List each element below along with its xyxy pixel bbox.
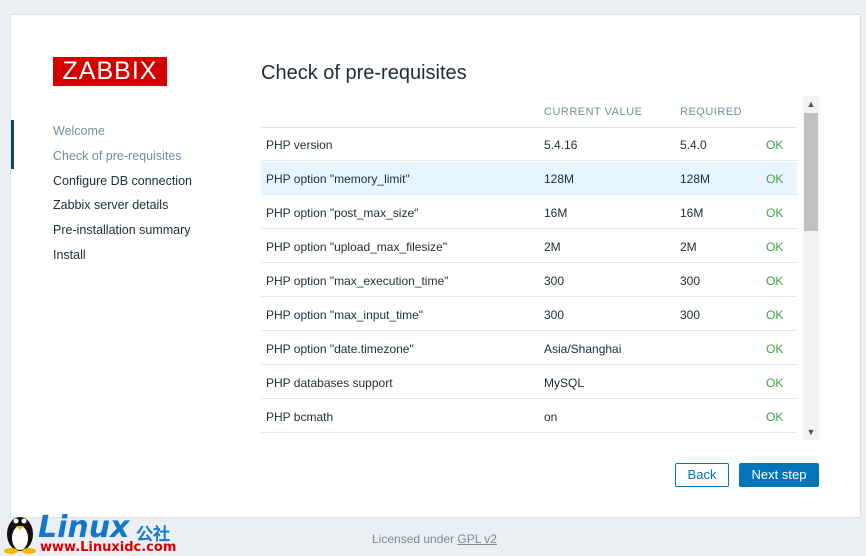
row-required: 128M xyxy=(680,172,711,186)
chevron-up-icon[interactable]: ▲ xyxy=(803,96,819,112)
page-title: Check of pre-requisites xyxy=(261,62,467,84)
row-name: PHP option "max_input_time" xyxy=(266,308,424,322)
row-required: 2M xyxy=(680,240,697,254)
table-row: PHP bcmath on OK xyxy=(261,400,797,433)
step-server-details: Zabbix server details xyxy=(53,198,169,212)
step-pre-install-summary: Pre-installation summary xyxy=(53,223,191,237)
row-current: 300 xyxy=(544,274,565,288)
row-required: 5.4.0 xyxy=(680,138,707,152)
row-current: MySQL xyxy=(544,376,585,390)
row-name: PHP option "upload_max_filesize" xyxy=(266,240,448,254)
step-configure-db: Configure DB connection xyxy=(53,174,192,188)
table-row: PHP version 5.4.16 5.4.0 OK xyxy=(261,128,797,161)
row-status: OK xyxy=(766,342,784,356)
active-step-indicator xyxy=(11,120,14,169)
zabbix-logo: ZABBIX xyxy=(53,57,167,86)
row-name: PHP version xyxy=(266,138,333,152)
step-welcome: Welcome xyxy=(53,124,105,138)
back-button[interactable]: Back xyxy=(675,463,729,487)
table-row: PHP option "date.timezone" Asia/Shanghai… xyxy=(261,332,797,365)
tux-icon xyxy=(4,517,36,554)
row-current: 2M xyxy=(544,240,561,254)
watermark: Linux 公社 www.Linuxidc.com xyxy=(0,508,190,556)
chevron-down-icon[interactable]: ▼ xyxy=(803,424,819,440)
row-name: PHP option "max_execution_time" xyxy=(266,274,449,288)
row-status: OK xyxy=(766,172,784,186)
row-status: OK xyxy=(766,410,784,424)
table-row: PHP option "max_input_time" 300 300 OK xyxy=(261,298,797,331)
row-current: Asia/Shanghai xyxy=(544,342,622,356)
row-current: on xyxy=(544,410,558,424)
prerequisites-table[interactable]: CURRENT VALUE REQUIRED PHP version 5.4.1… xyxy=(261,96,820,440)
license-prefix: Licensed under xyxy=(372,532,455,546)
step-check-prerequisites: Check of pre-requisites xyxy=(53,149,182,163)
table-row: PHP databases support MySQL OK xyxy=(261,366,797,399)
row-required: 300 xyxy=(680,308,701,322)
watermark-url: www.Linuxidc.com xyxy=(40,540,177,555)
table-row: PHP option "upload_max_filesize" 2M 2M O… xyxy=(261,230,797,263)
row-required: 16M xyxy=(680,206,704,220)
table-scrollbar[interactable]: ▲ ▼ xyxy=(803,96,819,440)
row-name: PHP databases support xyxy=(266,376,393,390)
row-current: 16M xyxy=(544,206,568,220)
row-name: PHP option "memory_limit" xyxy=(266,172,410,186)
next-step-button[interactable]: Next step xyxy=(739,463,819,487)
row-current: 300 xyxy=(544,308,565,322)
row-status: OK xyxy=(766,138,784,152)
row-status: OK xyxy=(766,240,784,254)
table-row: PHP option "max_execution_time" 300 300 … xyxy=(261,264,797,297)
row-status: OK xyxy=(766,206,784,220)
row-required: 300 xyxy=(680,274,701,288)
license-text: Licensed under GPL v2 xyxy=(372,532,497,546)
row-status: OK xyxy=(766,274,784,288)
scrollbar-thumb[interactable] xyxy=(804,113,818,231)
row-name: PHP bcmath xyxy=(266,410,334,424)
header-required: REQUIRED xyxy=(680,106,743,118)
row-status: OK xyxy=(766,308,784,322)
step-install: Install xyxy=(53,248,86,262)
row-name: PHP option "post_max_size" xyxy=(266,206,419,220)
header-current-value: CURRENT VALUE xyxy=(544,106,643,118)
row-current: 5.4.16 xyxy=(544,138,578,152)
table-row: PHP option "memory_limit" 128M 128M OK xyxy=(261,162,797,195)
row-name: PHP option "date.timezone" xyxy=(266,342,414,356)
gpl-link[interactable]: GPL v2 xyxy=(457,532,497,546)
row-status: OK xyxy=(766,376,784,390)
table-row: PHP option "post_max_size" 16M 16M OK xyxy=(261,196,797,229)
row-current: 128M xyxy=(544,172,575,186)
